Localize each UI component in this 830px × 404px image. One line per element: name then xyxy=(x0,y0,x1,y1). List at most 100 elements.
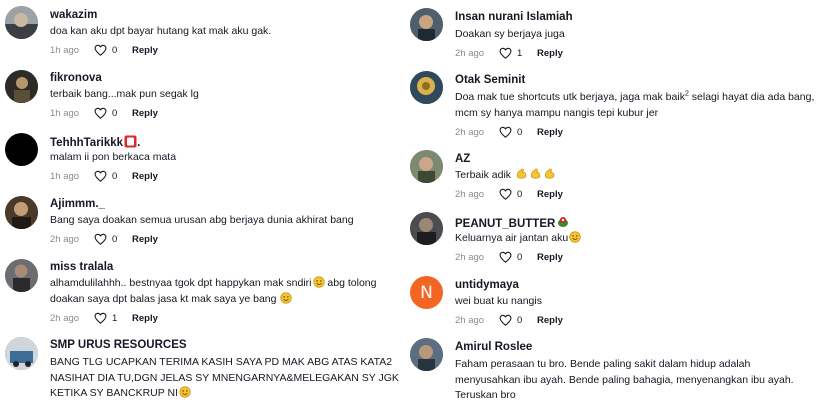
comment-text: Keluarnya air jantan aku xyxy=(455,230,581,248)
comment-text: BANG TLG UCAPKAN TERIMA KASIH SAYA PD MA… xyxy=(50,356,393,368)
heart-icon xyxy=(499,251,512,263)
comment-text: Bang saya doakan semua urusan abg berjay… xyxy=(50,214,354,226)
comment-time: 1h ago xyxy=(50,44,80,56)
comment-time: 2h ago xyxy=(455,251,485,263)
comment-text: doa kan aku dpt bayar hutang kat mak aku… xyxy=(50,25,272,37)
like-count: 0 xyxy=(112,233,118,245)
like-count: 0 xyxy=(517,251,523,263)
comment-username[interactable]: untidymaya xyxy=(455,279,519,291)
like-button[interactable]: 0 xyxy=(94,44,132,56)
comment-meta: 2h ago 0 Reply xyxy=(455,314,563,326)
comment-username[interactable]: fikronova xyxy=(50,72,102,84)
smile-emoji-icon xyxy=(179,386,191,403)
reply-button[interactable]: Reply xyxy=(132,171,158,182)
comment-time: 2h ago xyxy=(455,188,485,200)
avatar[interactable] xyxy=(5,196,38,229)
flexed-biceps-icon xyxy=(529,167,542,185)
like-button[interactable]: 0 xyxy=(499,314,537,326)
comment-time: 2h ago xyxy=(455,314,485,326)
heart-icon xyxy=(94,170,107,182)
comment-meta: 1h ago 0 Reply xyxy=(50,170,158,182)
avatar[interactable] xyxy=(5,259,38,292)
like-button[interactable]: 0 xyxy=(499,126,537,138)
reply-button[interactable]: Reply xyxy=(537,189,563,200)
comment-meta: 2h ago 0 Reply xyxy=(455,188,563,200)
avatar[interactable] xyxy=(410,150,443,183)
reply-button[interactable]: Reply xyxy=(132,234,158,245)
comment-username[interactable]: miss tralala xyxy=(50,261,113,273)
comment-item: Amirul Roslee Faham perasaan tu bro. Ben… xyxy=(405,332,830,404)
comment-username[interactable]: AZ xyxy=(455,153,470,165)
comment-text: terbaik bang...mak pun segak lg xyxy=(50,88,199,100)
avatar[interactable] xyxy=(5,337,38,370)
comment-meta: 2h ago 0 Reply xyxy=(50,233,158,245)
comment-text: malam ii pon berkaca mata xyxy=(50,151,177,163)
reply-button[interactable]: Reply xyxy=(132,45,158,56)
comment-username[interactable]: wakazim xyxy=(50,9,97,21)
comment-text: KETIKA SY BANCKRUP NI xyxy=(50,385,191,403)
comment-username[interactable]: Otak Seminit xyxy=(455,74,525,86)
heart-icon xyxy=(499,47,512,59)
comment-item: AZ Terbaik adik 2h ago 0 Reply xyxy=(405,143,830,206)
comment-item: Otak Seminit Doa mak tue shortcuts utk b… xyxy=(405,63,830,143)
comment-item: wakazim doa kan aku dpt bayar hutang kat… xyxy=(0,0,405,63)
comment-meta: 2h ago 1 Reply xyxy=(50,312,158,324)
flexed-biceps-icon xyxy=(543,167,556,185)
avatar[interactable] xyxy=(410,8,443,41)
comment-text: doakan saya dpt balas jasa kt mak saya y… xyxy=(50,291,292,309)
like-button[interactable]: 0 xyxy=(94,107,132,119)
reply-button[interactable]: Reply xyxy=(537,127,563,138)
comment-item: Ajimmm._ Bang saya doakan semua urusan a… xyxy=(0,189,405,252)
comment-text: NASIHAT DIA TU,DGN JELAS SY MNENGARNYA&M… xyxy=(50,372,399,384)
avatar[interactable]: N xyxy=(410,276,443,309)
avatar[interactable] xyxy=(410,338,443,371)
avatar[interactable] xyxy=(5,70,38,103)
avatar[interactable] xyxy=(5,6,38,39)
heart-icon xyxy=(94,44,107,56)
comment-text: Teruskan bro xyxy=(455,389,516,401)
reply-button[interactable]: Reply xyxy=(537,48,563,59)
comment-time: 1h ago xyxy=(50,107,80,119)
reply-button[interactable]: Reply xyxy=(537,252,563,263)
comment-meta: 1h ago 0 Reply xyxy=(50,44,158,56)
comment-username[interactable]: Insan nurani Islamiah xyxy=(455,11,573,23)
like-button[interactable]: 0 xyxy=(94,170,132,182)
heart-icon xyxy=(499,126,512,138)
avatar[interactable] xyxy=(410,212,443,245)
heart-icon xyxy=(94,312,107,324)
avatar[interactable] xyxy=(410,71,443,104)
reply-button[interactable]: Reply xyxy=(132,313,158,324)
comment-item: N untidymaya wei buat ku nangis 2h ago 0… xyxy=(405,269,830,332)
heart-icon xyxy=(499,188,512,200)
comment-username[interactable]: SMP URUS RESOURCES xyxy=(50,339,187,351)
comment-time: 2h ago xyxy=(455,126,485,138)
comment-time: 2h ago xyxy=(50,312,80,324)
like-count: 1 xyxy=(517,47,523,59)
like-button[interactable]: 0 xyxy=(499,188,537,200)
comment-username[interactable]: Ajimmm._ xyxy=(50,198,105,210)
comment-meta: 1h ago 0 Reply xyxy=(50,107,158,119)
like-count: 0 xyxy=(112,170,118,182)
comment-time: 2h ago xyxy=(455,47,485,59)
reply-button[interactable]: Reply xyxy=(537,315,563,326)
comment-item: Insan nurani Islamiah Doakan sy berjaya … xyxy=(405,0,830,63)
comment-meta: 2h ago 0 Reply xyxy=(455,126,563,138)
like-button[interactable]: 0 xyxy=(94,233,132,245)
flexed-biceps-icon xyxy=(515,167,528,185)
avatar[interactable] xyxy=(5,133,38,166)
like-button[interactable]: 0 xyxy=(499,251,537,263)
reply-button[interactable]: Reply xyxy=(132,108,158,119)
comment-text: Doa mak tue shortcuts utk berjaya, jaga … xyxy=(455,90,815,104)
smile-emoji-icon xyxy=(280,292,292,309)
comment-username[interactable]: Amirul Roslee xyxy=(455,341,532,353)
comment-item: PEANUT_BUTTER Keluarnya air jantan aku 2… xyxy=(405,206,830,269)
like-button[interactable]: 1 xyxy=(499,47,537,59)
like-count: 0 xyxy=(517,188,523,200)
like-button[interactable]: 1 xyxy=(94,312,132,324)
like-count: 0 xyxy=(517,126,523,138)
heart-icon xyxy=(94,107,107,119)
smile-emoji-icon xyxy=(569,231,581,248)
heart-icon xyxy=(94,233,107,245)
heart-icon xyxy=(499,314,512,326)
like-count: 1 xyxy=(112,312,118,324)
